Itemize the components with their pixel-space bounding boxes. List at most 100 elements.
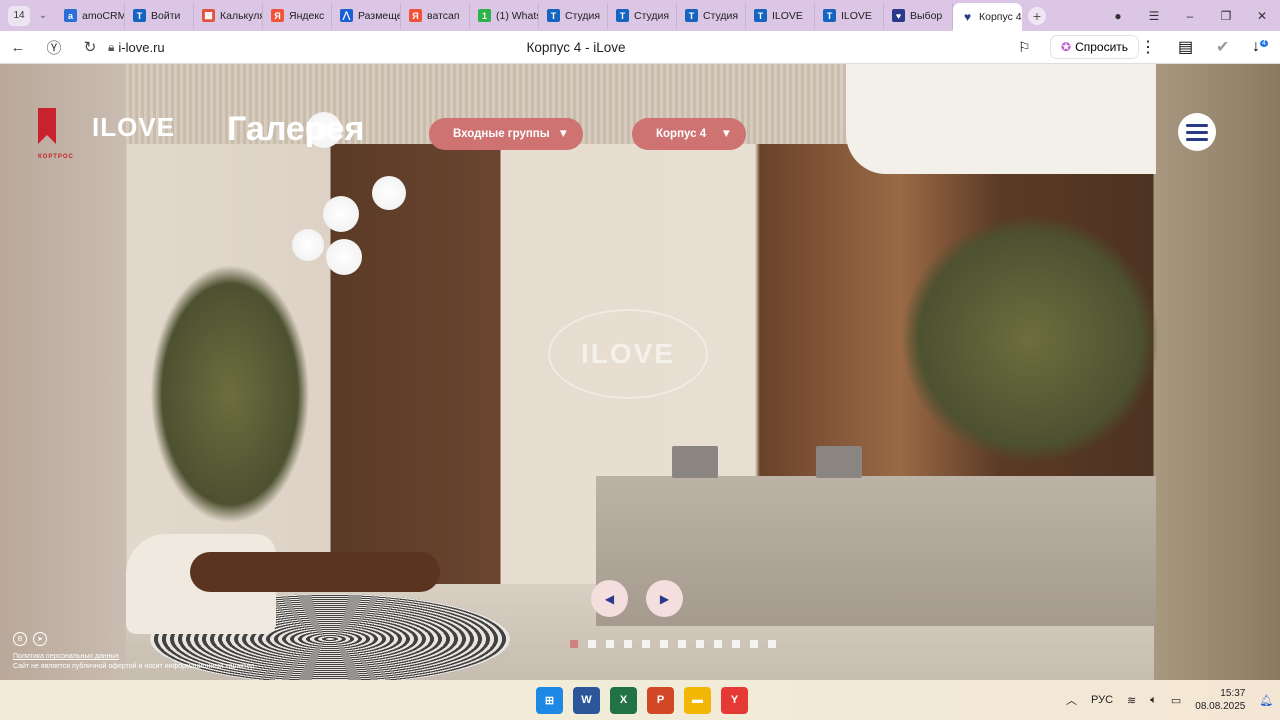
privacy-policy-link[interactable]: Политика персональных данных bbox=[13, 653, 119, 660]
slide-dot[interactable] bbox=[606, 640, 614, 648]
slide-dot[interactable] bbox=[642, 640, 650, 648]
slide-dot[interactable] bbox=[570, 640, 578, 648]
date: 08.08.2025 bbox=[1195, 701, 1246, 712]
prev-slide-button[interactable]: ◀ bbox=[591, 580, 628, 617]
page-title: Корпус 4 - iLove bbox=[526, 39, 626, 55]
clock[interactable]: 15:37 08.08.2025 bbox=[1195, 687, 1245, 713]
tab-favicon-icon: 1 bbox=[478, 9, 491, 22]
tab-favicon-icon: T bbox=[754, 9, 767, 22]
windows-app-icon[interactable]: ⊞ bbox=[536, 686, 563, 714]
tab-label: Студия bbox=[703, 9, 739, 22]
slide-pagination bbox=[570, 640, 776, 648]
slide-dot[interactable] bbox=[732, 640, 740, 648]
building-dropdown[interactable]: Корпус 4 ▼ bbox=[632, 118, 746, 150]
excel-app-icon[interactable]: X bbox=[610, 686, 637, 714]
reader-icon[interactable]: ▤ bbox=[1178, 37, 1193, 57]
yandex-app-icon[interactable]: Y bbox=[721, 686, 748, 714]
profile-icon[interactable]: ● bbox=[1100, 9, 1136, 23]
volume-icon[interactable]: 🔈︎ bbox=[1150, 694, 1157, 707]
slide-dot[interactable] bbox=[768, 640, 776, 648]
language-indicator[interactable]: РУС bbox=[1091, 694, 1113, 706]
laptop bbox=[816, 446, 862, 478]
slide-dot[interactable] bbox=[750, 640, 758, 648]
wall-logo: ILOVE bbox=[548, 309, 708, 399]
ask-button[interactable]: ✪ Спросить bbox=[1050, 35, 1140, 59]
notification-bell-icon[interactable]: 🔔︎ bbox=[1259, 694, 1273, 707]
next-slide-button[interactable]: ▶ bbox=[646, 580, 683, 617]
slide-dot[interactable] bbox=[714, 640, 722, 648]
taskbar: ⊞ W X P ▬ Y ︿ РУС ≋ 🔈︎ ▭ 15:37 08.08.2025 🔔︎ bbox=[0, 680, 1280, 720]
tab-label: Калькулятор bbox=[220, 9, 262, 22]
tab-favicon-icon: T bbox=[685, 9, 698, 22]
plant bbox=[900, 214, 1160, 464]
plant bbox=[150, 264, 310, 524]
tab-active[interactable]: ♥ Корпус 4 × bbox=[953, 3, 1022, 31]
tab[interactable]: ▦ Калькулятор bbox=[194, 2, 263, 29]
coffee-table bbox=[190, 552, 440, 592]
logo[interactable]: КОРТРОС ILOVE bbox=[38, 108, 176, 160]
tab-list-chevron-icon[interactable]: ⌄ bbox=[30, 10, 56, 21]
tab-label: Яндекс bbox=[289, 9, 325, 22]
tab[interactable]: T Студия bbox=[677, 2, 746, 29]
tab-favicon-icon: Я bbox=[409, 9, 422, 22]
menu-icon[interactable]: ☰ bbox=[1136, 9, 1172, 23]
ask-icon: ✪ bbox=[1061, 40, 1072, 54]
social-links: В ➤ bbox=[13, 632, 47, 646]
tab[interactable]: T Студия bbox=[539, 2, 608, 29]
tab[interactable]: 1 (1) WhatsApp bbox=[470, 2, 539, 29]
downloads-icon[interactable]: ↓ 4 bbox=[1252, 38, 1268, 56]
tab-favicon-icon: ⋀ bbox=[340, 9, 353, 22]
tab[interactable]: T ILOVE bbox=[815, 2, 884, 29]
battery-icon[interactable]: ▭ bbox=[1171, 694, 1181, 707]
tab-favicon-icon: T bbox=[823, 9, 836, 22]
slide-dot[interactable] bbox=[678, 640, 686, 648]
disclaimer: Сайт не является публичной офертой и нос… bbox=[13, 663, 257, 670]
powerpoint-app-icon[interactable]: P bbox=[647, 686, 674, 714]
tab-favicon-icon: T bbox=[547, 9, 560, 22]
slide-dot[interactable] bbox=[696, 640, 704, 648]
word-app-icon[interactable]: W bbox=[573, 686, 600, 714]
tab[interactable]: ♥ Выбор bbox=[884, 2, 953, 29]
tab-label: Корпус 4 bbox=[979, 11, 1022, 23]
close-window-button[interactable]: ✕ bbox=[1244, 9, 1280, 23]
group-dropdown[interactable]: Входные группы ▼ bbox=[429, 118, 583, 150]
tab-favicon-icon: ♥ bbox=[892, 9, 905, 22]
lamp bbox=[372, 176, 406, 210]
wifi-icon[interactable]: ≋ bbox=[1127, 694, 1136, 707]
tab[interactable]: T Студия bbox=[608, 2, 677, 29]
tab[interactable]: T Войти bbox=[125, 2, 194, 29]
menu-button[interactable] bbox=[1178, 113, 1216, 151]
slide-dot[interactable] bbox=[660, 640, 668, 648]
tab-label: Войти bbox=[151, 9, 181, 22]
more-icon[interactable]: ⋮ bbox=[1140, 37, 1156, 57]
ilove-logo: ILOVE bbox=[92, 112, 176, 142]
tab-favicon-icon: Я bbox=[271, 9, 284, 22]
system-tray: ︿ РУС ≋ 🔈︎ ▭ 15:37 08.08.2025 🔔︎ bbox=[1066, 687, 1273, 713]
tab[interactable]: ⋀ Размещение bbox=[332, 2, 401, 29]
ask-label: Спросить bbox=[1075, 40, 1129, 54]
tab[interactable]: a amoCRM bbox=[56, 2, 125, 29]
tab-label: Студия bbox=[565, 9, 601, 22]
bookmark-icon[interactable]: ⚐ bbox=[1018, 39, 1031, 56]
maximize-button[interactable]: ❐ bbox=[1208, 9, 1244, 23]
slide-dot[interactable] bbox=[588, 640, 596, 648]
vk-icon[interactable]: В bbox=[13, 632, 27, 646]
extension-icon[interactable]: ✔ bbox=[1216, 37, 1229, 57]
tab[interactable]: T ILOVE bbox=[746, 2, 815, 29]
heart-icon: ♥ bbox=[963, 10, 972, 24]
minimize-button[interactable]: – bbox=[1172, 9, 1208, 23]
dropdown-value: Корпус 4 bbox=[656, 128, 707, 140]
tray-chevron-icon[interactable]: ︿ bbox=[1066, 692, 1077, 708]
tab[interactable]: Я Яндекс bbox=[263, 2, 332, 29]
tab-label: ILOVE bbox=[772, 9, 803, 22]
new-tab-button[interactable]: + bbox=[1028, 6, 1046, 25]
slide-dot[interactable] bbox=[624, 640, 632, 648]
tab[interactable]: Яватсап bbox=[401, 2, 470, 29]
gallery-page: ILOVE КОРТРОС ILOVE Галерея Входные груп… bbox=[0, 64, 1280, 680]
taskbar-apps: ⊞ W X P ▬ Y bbox=[536, 686, 748, 714]
telegram-icon[interactable]: ➤ bbox=[33, 632, 47, 646]
tab-count-button[interactable]: 14 bbox=[8, 5, 30, 26]
tab-favicon-icon: T bbox=[133, 9, 146, 22]
tab-label: Размещение bbox=[358, 9, 400, 22]
explorer-app-icon[interactable]: ▬ bbox=[684, 686, 711, 714]
